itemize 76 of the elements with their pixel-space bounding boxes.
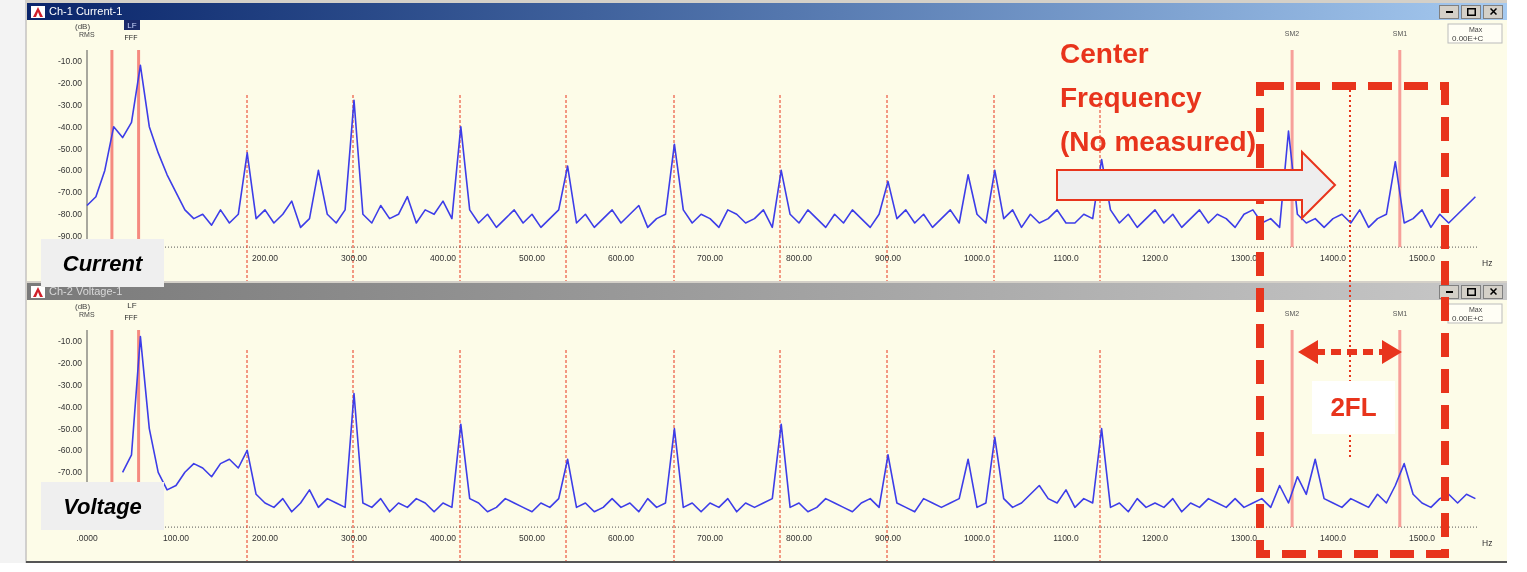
x-tick-label: 1100.0: [1053, 533, 1079, 544]
x-tick-label: 1200.0: [1142, 253, 1168, 264]
x-tick-label: 500.00: [519, 253, 545, 264]
x-tick-label: 400.00: [430, 533, 456, 544]
unit-label: (dB): [75, 302, 91, 311]
y-tick-label: -10.00: [57, 55, 82, 66]
x-tick-label: 900.00: [875, 253, 901, 264]
y-tick-label: -20.00: [57, 77, 82, 88]
y-tick-label: -60.00: [57, 445, 82, 456]
minimize-icon: [1445, 290, 1453, 293]
x-tick-label: 400.00: [430, 253, 456, 264]
x-unit-label: Hz: [1482, 538, 1493, 548]
readout-box: [1447, 23, 1503, 44]
x-tick-label: 1000.0: [964, 253, 990, 264]
y-tick-label: -40.00: [57, 401, 82, 412]
app-logo-icon: [31, 285, 45, 298]
x-tick-label: 1400.0: [1320, 533, 1346, 544]
y-tick-label: -30.00: [57, 99, 82, 110]
x-tick-label: 1400.0: [1320, 253, 1346, 264]
caption-label: Current: [41, 239, 164, 287]
minimize-button[interactable]: [1439, 284, 1459, 299]
y-tick-label: -80.00: [57, 209, 82, 220]
close-button[interactable]: [1483, 4, 1503, 19]
maximize-button[interactable]: [1461, 284, 1481, 299]
y-tick-label: -70.00: [57, 467, 82, 478]
unit-label: (dB): [75, 22, 91, 31]
x-tick-label: 200.00: [252, 533, 278, 544]
minimize-button[interactable]: [1439, 4, 1459, 19]
x-tick-label: 1200.0: [1142, 533, 1168, 544]
lf-label: LF: [127, 301, 137, 310]
x-tick-label: 600.00: [608, 533, 634, 544]
caption-label: Voltage: [41, 482, 164, 530]
x-tick-label: 300.00: [341, 533, 367, 544]
window-title: Ch-2 Voltage-1: [49, 284, 123, 300]
y-tick-label: -40.00: [57, 121, 82, 132]
window-title: Ch-1 Current-1: [49, 4, 123, 20]
y-tick-label: -10.00: [57, 335, 82, 346]
x-tick-label: 500.00: [519, 533, 545, 544]
band-label: 2FL: [1312, 381, 1395, 434]
readout-value: 0.00E+C: [1452, 314, 1484, 323]
x-tick-label: 300.00: [341, 253, 367, 264]
x-tick-label: 600.00: [608, 253, 634, 264]
close-icon: [1489, 288, 1497, 295]
x-tick-label: 1100.0: [1053, 253, 1079, 264]
readout-value: 0.00E+C: [1452, 34, 1484, 43]
close-icon: [1489, 8, 1497, 15]
x-tick-label: 900.00: [875, 533, 901, 544]
x-tick-label: 700.00: [697, 533, 723, 544]
x-tick-label: .0000: [76, 533, 98, 544]
y-tick-label: -90.00: [57, 231, 82, 242]
app-logo-icon: [31, 5, 45, 18]
maximize-button[interactable]: [1461, 4, 1481, 19]
x-tick-label: 1500.0: [1409, 533, 1435, 544]
x-tick-label: 200.00: [252, 253, 278, 264]
lf-badge: LF: [124, 20, 140, 30]
y-tick-label: -50.00: [57, 423, 82, 434]
x-tick-label: 800.00: [786, 533, 812, 544]
center-frequency-note: Center Frequency (No measured): [1060, 37, 1257, 159]
y-tick-label: -30.00: [57, 379, 82, 390]
y-tick-label: -50.00: [57, 143, 82, 154]
minimize-icon: [1445, 10, 1453, 13]
x-tick-label: 1300.0: [1231, 253, 1257, 264]
x-tick-label: 700.00: [697, 253, 723, 264]
x-unit-label: Hz: [1482, 258, 1493, 268]
x-tick-label: 1000.0: [964, 533, 990, 544]
maximize-icon: [1466, 7, 1476, 16]
x-tick-label: 1300.0: [1231, 533, 1257, 544]
close-button[interactable]: [1483, 284, 1503, 299]
y-tick-label: -60.00: [57, 165, 82, 176]
x-tick-label: 1500.0: [1409, 253, 1435, 264]
y-tick-label: -70.00: [57, 187, 82, 198]
readout-box: [1447, 303, 1503, 324]
x-tick-label: 800.00: [786, 253, 812, 264]
y-tick-label: -20.00: [57, 357, 82, 368]
x-tick-label: 100.00: [163, 533, 189, 544]
maximize-icon: [1466, 287, 1476, 296]
